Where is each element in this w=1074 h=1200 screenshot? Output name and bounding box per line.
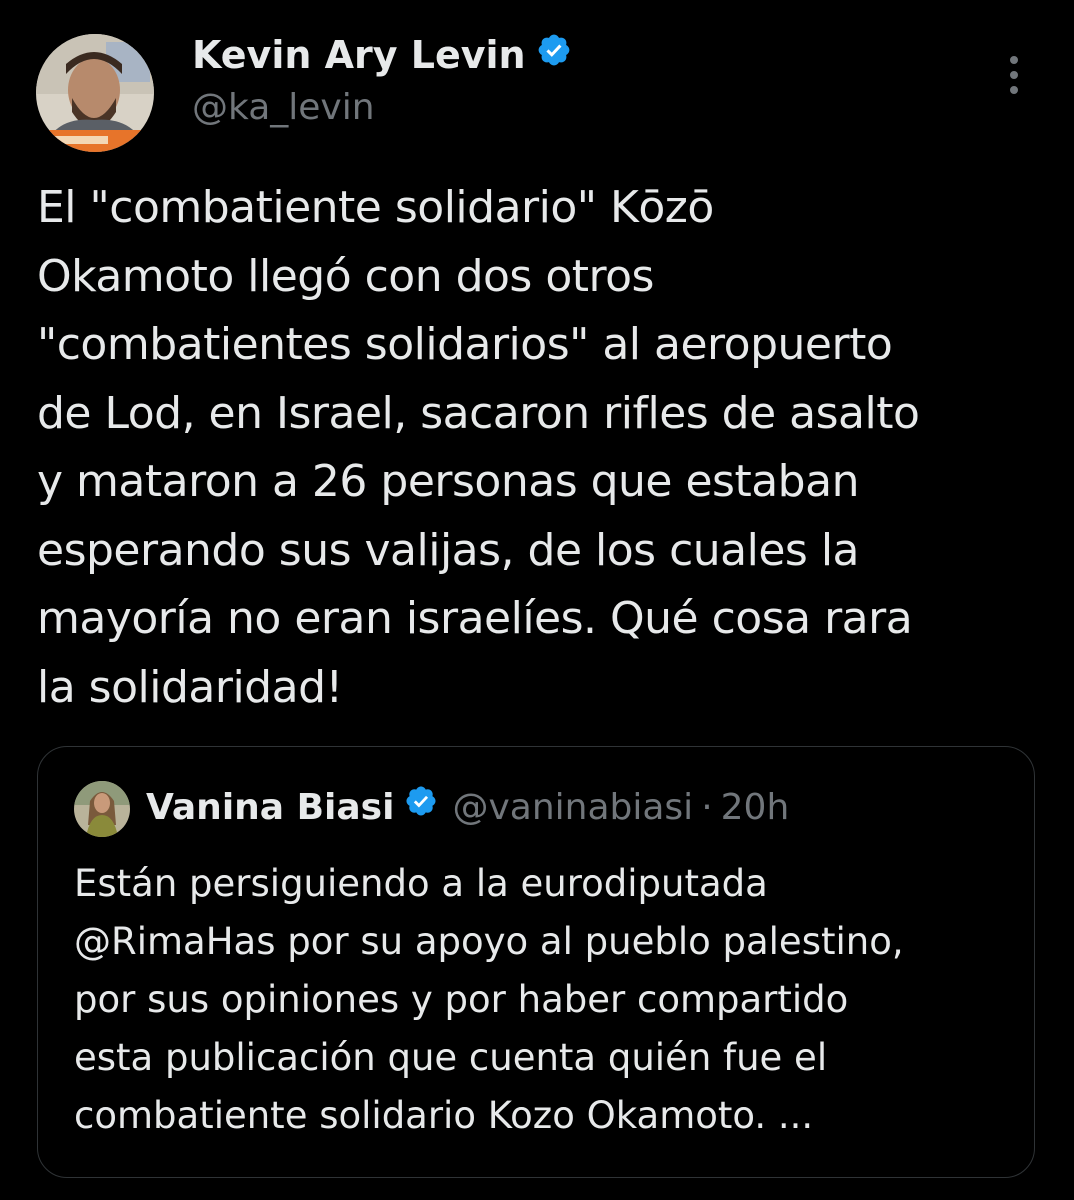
quote-line: Están persiguiendo a la eurodiputada <box>74 862 768 905</box>
quote-line: @RimaHas por su apoyo al pueblo palestin… <box>74 920 904 963</box>
more-dot-icon <box>1010 86 1018 94</box>
quote-line: combatiente solidario Kozo Okamoto. ... <box>74 1094 814 1137</box>
tweet-line: El "combatiente solidario" Kōzō <box>37 182 714 233</box>
verified-badge-icon <box>404 782 438 832</box>
tweet-line: la solidaridad! <box>37 661 343 713</box>
tweet-line: "combatientes solidarios" al aeropuerto <box>37 319 893 370</box>
tweet-line: de Lod, en Israel, sacaron rifles de asa… <box>37 387 920 439</box>
more-dot-icon <box>1010 71 1018 79</box>
quote-separator: · <box>701 787 713 828</box>
more-dot-icon <box>1010 56 1018 64</box>
author-name-text: Kevin Ary Levin <box>192 33 526 77</box>
tweet-line: esperando sus valijas, de los cuales la <box>37 524 860 576</box>
tweet-line: Okamoto llegó con dos otros <box>37 250 654 302</box>
quote-author-name[interactable]: Vanina Biasi <box>146 787 394 828</box>
quote-header: Vanina Biasi @vaninabiasi · 20h <box>146 783 789 833</box>
more-options-button[interactable] <box>996 50 1032 100</box>
verified-badge-icon <box>536 30 572 80</box>
tweet-text: El "combatiente solidario" Kōzō Okamoto … <box>37 174 1047 722</box>
quote-line: por sus opiniones y por haber compartido <box>74 978 849 1021</box>
avatar-caption <box>48 136 108 144</box>
tweet-line: mayoría no eran israelíes. Qué cosa rara <box>37 593 913 644</box>
quote-author-handle[interactable]: @vaninabiasi <box>452 787 693 828</box>
tweet-line: y mataron a 26 personas que estaban <box>37 456 859 507</box>
quoted-tweet-card[interactable]: Vanina Biasi @vaninabiasi · 20h Están persi… <box>37 746 1035 1178</box>
author-name[interactable]: Kevin Ary Levin <box>192 30 572 83</box>
author-handle[interactable]: @ka_levin <box>192 84 375 132</box>
quote-timestamp[interactable]: 20h <box>721 787 790 828</box>
author-avatar[interactable] <box>36 34 154 152</box>
quote-line: esta publicación que cuenta quién fue el <box>74 1036 828 1079</box>
quote-text: Están persiguiendo a la eurodiputada @Ri… <box>74 855 904 1145</box>
quote-author-avatar[interactable] <box>74 781 130 837</box>
